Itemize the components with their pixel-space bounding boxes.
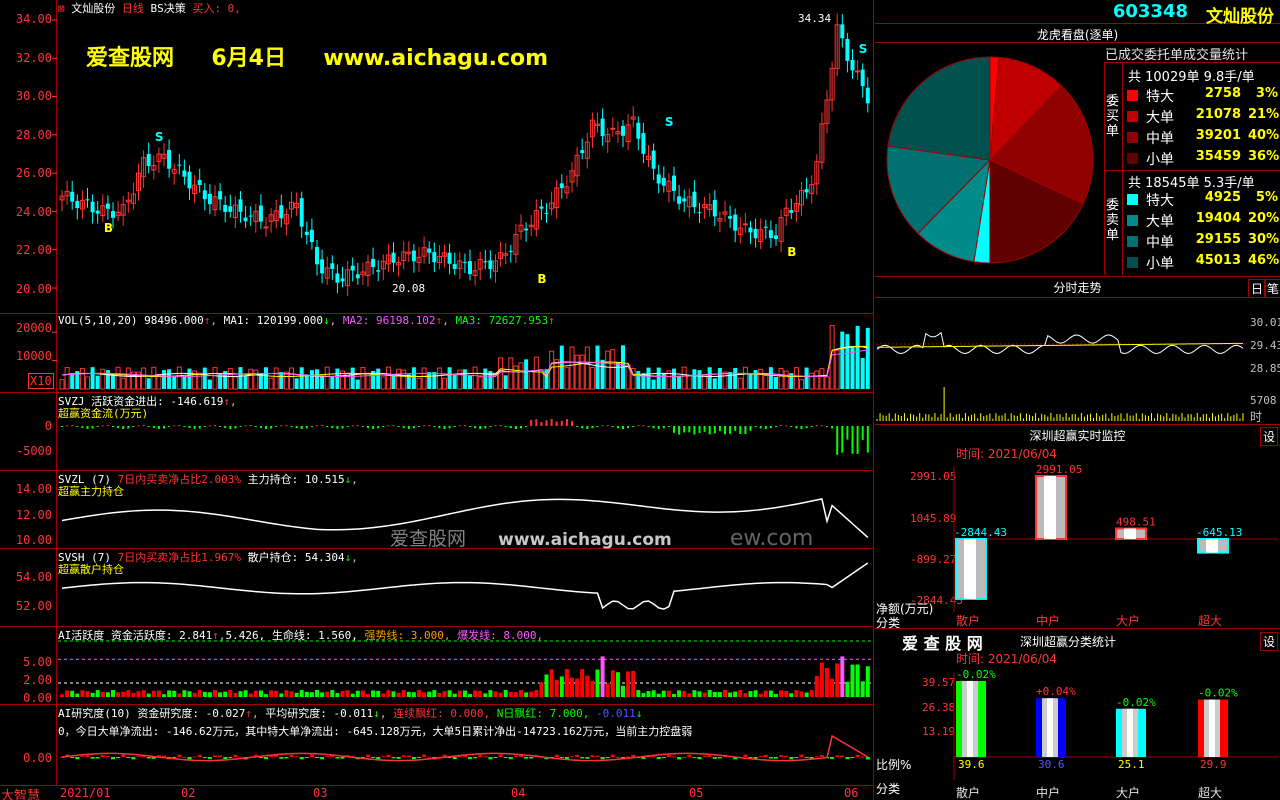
classify-value-label: 30.6 <box>1038 758 1065 771</box>
classify-change-label: -0.02% <box>1198 687 1238 700</box>
monitor-bar-label: 498.51 <box>1116 515 1156 528</box>
classify-change-label: -0.02% <box>1116 696 1156 709</box>
classify-change-label: -0.02% <box>956 668 996 681</box>
classify-bar-core <box>1047 698 1053 757</box>
monitor-bar-highlight <box>1206 539 1218 553</box>
monitor-bar-highlight <box>964 539 976 599</box>
right-panel-charts: -2844.43 2991.05 498.51 -645.13 -0.02% 39.6 +0… <box>876 331 1278 780</box>
classify-change-label: +0.04% <box>1036 685 1076 698</box>
classify-bar-core <box>1209 699 1215 757</box>
monitor-bar-highlight <box>1124 528 1136 539</box>
classify-value-label: 29.9 <box>1200 758 1227 771</box>
monitor-bar-label: 2991.05 <box>1036 463 1082 476</box>
classify-bar-core <box>1127 708 1133 757</box>
monitor-bar-label: -645.13 <box>1196 526 1242 539</box>
ts-price-line <box>876 331 1244 355</box>
monitor-bar-label: -2844.43 <box>954 526 1007 539</box>
classify-bar-core <box>967 680 973 757</box>
classify-value-label: 39.6 <box>958 758 985 771</box>
classify-value-label: 25.1 <box>1118 758 1145 771</box>
monitor-bar-highlight <box>1044 476 1056 539</box>
